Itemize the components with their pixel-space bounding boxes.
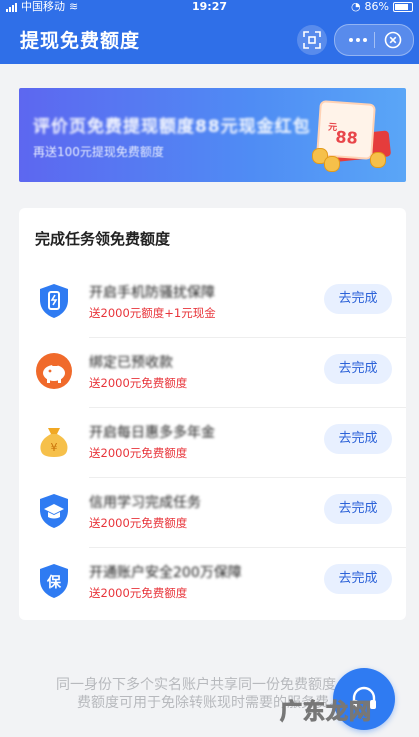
graduation-shield-icon [40, 494, 68, 528]
banner-amount: 88 [334, 127, 359, 148]
task-item: 开启手机防骚扰保障 送2000元额度+1元现金 去完成 [19, 268, 406, 338]
svg-text:保: 保 [46, 574, 62, 591]
task-reward: 送2000元免费额度 [89, 516, 188, 530]
task-reward: 送2000元免费额度 [89, 376, 188, 390]
complete-task-button[interactable]: 去完成 [324, 494, 392, 524]
capsule-divider [374, 32, 375, 48]
complete-task-button[interactable]: 去完成 [324, 424, 392, 454]
rotation-lock-icon: ◔ [350, 0, 361, 13]
banner-subline: 再送100元提现免费额度 [33, 145, 164, 159]
task-item: 保 开通账户安全200万保障 送2000元免费额度 去完成 [19, 548, 406, 618]
more-button[interactable] [345, 29, 371, 51]
status-right: ◔ 86% [351, 0, 413, 14]
mini-program-capsule [334, 24, 414, 56]
svg-text:¥: ¥ [51, 441, 58, 454]
more-dots-icon [349, 38, 367, 42]
task-item: 绑定已预收款 送2000元免费额度 去完成 [19, 338, 406, 408]
task-item: 信用学习完成任务 送2000元免费额度 去完成 [19, 478, 406, 548]
coin-icon [324, 156, 340, 172]
piggy-bank-icon [36, 353, 72, 389]
complete-task-button[interactable]: 去完成 [324, 354, 392, 384]
close-button[interactable] [381, 29, 405, 51]
page-title: 提现免费额度 [20, 30, 141, 52]
shield-phone-icon [40, 284, 68, 318]
task-name: 开启手机防骚扰保障 [89, 285, 215, 301]
coin-icon [370, 152, 386, 168]
promo-banner[interactable]: 评价页免费提现额度88元现金红包 再送100元提现免费额度 88 元 [19, 88, 406, 182]
complete-task-button[interactable]: 去完成 [324, 564, 392, 594]
scan-icon [303, 31, 321, 49]
task-item: ¥ 开启每日惠多多年金 送2000元免费额度 去完成 [19, 408, 406, 478]
task-name: 开启每日惠多多年金 [89, 425, 215, 441]
task-section-title: 完成任务领免费额度 [35, 230, 171, 248]
task-card: 完成任务领免费额度 开启手机防骚扰保障 送2000元额度+1元现金 去完成 绑定… [19, 208, 406, 620]
task-name: 绑定已预收款 [89, 355, 173, 371]
scan-button[interactable] [297, 25, 327, 55]
nav-bar: 提现免费额度 [0, 14, 419, 64]
battery-percent: 86% [364, 0, 389, 13]
task-reward: 送2000元免费额度 [89, 446, 188, 460]
battery-icon [393, 2, 413, 12]
status-bar: 中国移动 ≋ 19:27 ◔ 86% [0, 0, 419, 14]
complete-task-button[interactable]: 去完成 [324, 284, 392, 314]
close-circle-icon [384, 31, 402, 49]
protect-badge-icon: 保 [40, 564, 68, 598]
task-reward: 送2000元免费额度 [89, 586, 188, 600]
task-reward: 送2000元额度+1元现金 [89, 306, 216, 320]
banner-headline: 评价页免费提现额度88元现金红包 [33, 117, 311, 137]
money-bag-icon: ¥ [40, 428, 68, 457]
task-name: 开通账户安全200万保障 [89, 565, 242, 581]
task-name: 信用学习完成任务 [89, 495, 201, 511]
watermark-text: 广东龙网 [279, 700, 373, 726]
